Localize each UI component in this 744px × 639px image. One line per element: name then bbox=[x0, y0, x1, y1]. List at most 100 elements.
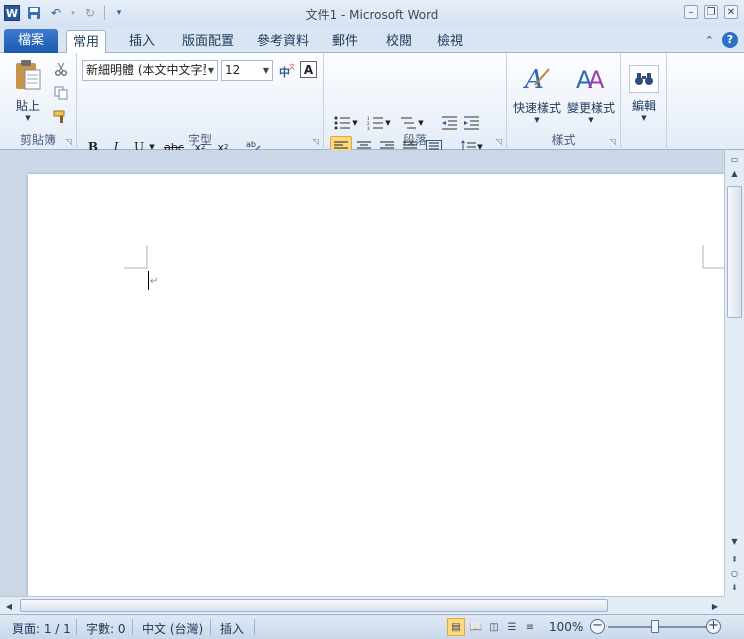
cut-icon[interactable] bbox=[51, 59, 71, 79]
svg-text:文: 文 bbox=[289, 63, 295, 71]
outline-view-icon[interactable]: ☰ bbox=[503, 618, 521, 636]
restore-icon[interactable]: ❐ bbox=[704, 5, 718, 19]
paste-button[interactable]: 貼上 ▼ bbox=[8, 57, 48, 123]
binoculars-icon bbox=[629, 64, 659, 93]
change-styles-dropdown-icon: ▼ bbox=[588, 115, 594, 124]
multilevel-dropdown-icon[interactable]: ▼ bbox=[416, 113, 426, 133]
editing-dropdown-icon: ▼ bbox=[641, 113, 647, 122]
status-separator bbox=[76, 619, 77, 635]
styles-group-label: 樣式 bbox=[551, 133, 576, 147]
font-name-value: 新細明體 (本文中文字型 bbox=[86, 63, 215, 77]
scrollbar-corner bbox=[724, 596, 744, 614]
quick-styles-icon: A bbox=[521, 63, 553, 95]
svg-text:3: 3 bbox=[367, 126, 370, 130]
document-workspace bbox=[0, 150, 724, 596]
full-screen-reading-view-icon[interactable]: 📖 bbox=[467, 618, 485, 636]
help-icon[interactable]: ? bbox=[722, 32, 738, 48]
character-border-icon[interactable]: A bbox=[300, 61, 317, 78]
scroll-up-icon[interactable]: ▲ bbox=[725, 166, 744, 180]
ribbon-help-area: ⌃ ? bbox=[705, 32, 738, 48]
window-title: 文件1 - Microsoft Word bbox=[305, 8, 439, 22]
svg-text:ab: ab bbox=[246, 140, 256, 149]
draft-view-icon[interactable]: ≡ bbox=[521, 618, 539, 636]
format-painter-icon[interactable] bbox=[51, 107, 71, 127]
margin-corner-top-right bbox=[702, 245, 724, 269]
copy-icon[interactable] bbox=[51, 83, 71, 103]
paste-icon bbox=[12, 59, 44, 91]
horizontal-scroll-thumb[interactable] bbox=[20, 599, 608, 612]
zoom-level[interactable]: 100% bbox=[549, 620, 583, 634]
multilevel-list-icon[interactable] bbox=[398, 113, 418, 133]
scroll-right-icon[interactable]: ▶ bbox=[708, 599, 722, 613]
tab-page-layout[interactable]: 版面配置 bbox=[176, 30, 240, 53]
paragraph-launcher-icon[interactable]: ◹ bbox=[496, 137, 502, 146]
decrease-indent-icon[interactable] bbox=[439, 113, 459, 133]
zoom-in-icon[interactable]: + bbox=[706, 619, 721, 634]
clipboard-group-label: 剪貼簿 bbox=[19, 133, 56, 147]
document-page[interactable] bbox=[28, 174, 724, 596]
quick-styles-button[interactable]: A 快速樣式 ▼ bbox=[512, 58, 562, 128]
bullets-dropdown-icon[interactable]: ▼ bbox=[350, 113, 360, 133]
ribbon-home: 貼上 ▼ 剪貼簿 ◹ 字型 ◹ 新細明體 (本文中文字型 ▼ 12 ▼ 中文 A… bbox=[0, 53, 744, 181]
tab-file[interactable]: 檔案 bbox=[4, 29, 58, 53]
tab-insert[interactable]: 插入 bbox=[123, 30, 161, 53]
styles-launcher-icon[interactable]: ◹ bbox=[610, 137, 616, 146]
status-separator bbox=[210, 619, 211, 635]
font-size-select[interactable]: 12 ▼ bbox=[221, 60, 273, 81]
phonetic-guide-icon[interactable]: 中文 bbox=[277, 61, 297, 81]
font-launcher-icon[interactable]: ◹ bbox=[313, 137, 319, 146]
change-styles-button[interactable]: AA 變更樣式 ▼ bbox=[566, 58, 616, 128]
text-cursor bbox=[148, 271, 149, 290]
zoom-slider-thumb[interactable] bbox=[651, 620, 659, 633]
group-clipboard: 貼上 ▼ 剪貼簿 ◹ bbox=[0, 53, 77, 150]
title-bar: W ↶ ▾ ↻ ▾ 文件1 - Microsoft Word – ❐ ✕ bbox=[0, 0, 744, 28]
font-name-select[interactable]: 新細明體 (本文中文字型 ▼ bbox=[82, 60, 218, 81]
select-browse-object-icon[interactable]: ○ bbox=[725, 566, 744, 580]
status-separator bbox=[132, 619, 133, 635]
next-page-icon[interactable]: ⇟ bbox=[725, 580, 744, 594]
quick-styles-dropdown-icon: ▼ bbox=[534, 115, 540, 124]
scroll-left-icon[interactable]: ◀ bbox=[2, 599, 16, 613]
font-size-dropdown-icon: ▼ bbox=[262, 66, 269, 75]
previous-page-icon[interactable]: ⇞ bbox=[725, 552, 744, 566]
numbering-dropdown-icon[interactable]: ▼ bbox=[383, 113, 393, 133]
status-insert-mode[interactable]: 插入 bbox=[220, 620, 244, 637]
change-styles-label: 變更樣式 bbox=[566, 100, 615, 115]
status-bar: 頁面: 1 / 1 字數: 0 中文 (台灣) 插入 ▤ 📖 ◫ ☰ ≡ 100… bbox=[0, 614, 744, 639]
increase-indent-icon[interactable] bbox=[461, 113, 481, 133]
zoom-out-icon[interactable]: − bbox=[590, 619, 605, 634]
tab-references[interactable]: 參考資料 bbox=[251, 30, 315, 53]
font-size-value: 12 bbox=[225, 63, 241, 77]
web-layout-view-icon[interactable]: ◫ bbox=[485, 618, 503, 636]
numbering-icon[interactable]: 123 bbox=[365, 113, 385, 133]
clipboard-launcher-icon[interactable]: ◹ bbox=[66, 137, 72, 146]
minimize-icon[interactable]: – bbox=[684, 5, 698, 19]
editing-button[interactable]: 編輯 ▼ bbox=[626, 58, 662, 128]
vertical-scroll-thumb[interactable] bbox=[727, 186, 742, 318]
change-styles-icon: AA bbox=[575, 63, 607, 95]
status-word-count[interactable]: 字數: 0 bbox=[86, 620, 126, 637]
ruler-toggle-icon[interactable]: ▭ bbox=[725, 152, 744, 166]
vertical-scrollbar[interactable]: ▭ ▲ ▼ ⇞ ○ ⇟ bbox=[724, 150, 744, 596]
paste-label: 貼上 bbox=[15, 98, 40, 113]
bullets-icon[interactable] bbox=[332, 113, 352, 133]
font-name-dropdown-icon: ▼ bbox=[205, 61, 214, 80]
status-page-count[interactable]: 頁面: 1 / 1 bbox=[12, 620, 71, 637]
tab-review[interactable]: 校閱 bbox=[380, 30, 418, 53]
editing-label: 編輯 bbox=[631, 98, 656, 113]
status-separator bbox=[254, 619, 255, 635]
print-layout-view-icon[interactable]: ▤ bbox=[447, 618, 465, 636]
minimize-ribbon-icon[interactable]: ⌃ bbox=[705, 34, 714, 47]
tab-home[interactable]: 常用 bbox=[66, 30, 107, 54]
paste-dropdown-icon: ▼ bbox=[25, 113, 31, 122]
tab-view[interactable]: 檢視 bbox=[431, 30, 469, 53]
margin-corner-top-left bbox=[124, 245, 148, 269]
close-icon[interactable]: ✕ bbox=[724, 5, 738, 19]
horizontal-scrollbar[interactable]: ◀ ▶ bbox=[0, 596, 724, 614]
window-controls: – ❐ ✕ bbox=[684, 5, 738, 19]
paragraph-mark: ↵ bbox=[150, 276, 159, 287]
status-language[interactable]: 中文 (台灣) bbox=[142, 620, 203, 637]
tab-mailings[interactable]: 郵件 bbox=[326, 30, 364, 53]
scroll-down-icon[interactable]: ▼ bbox=[725, 534, 744, 548]
svg-text:A: A bbox=[588, 66, 605, 94]
